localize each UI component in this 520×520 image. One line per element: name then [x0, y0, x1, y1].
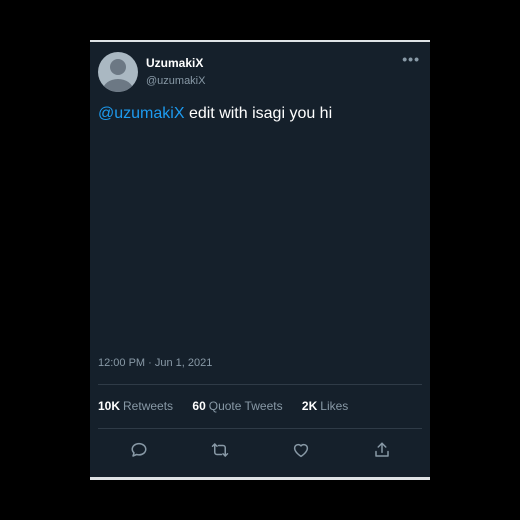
tweet-text: @uzumakiX edit with isagi you hi	[98, 105, 332, 123]
likes-count: 2K	[301, 399, 318, 413]
reply-icon[interactable]	[128, 439, 150, 461]
avatar-body-shape	[103, 79, 133, 92]
tweet-timestamp[interactable]: 12:00 PM · Jun 1, 2021	[98, 357, 212, 369]
retweet-icon[interactable]	[209, 439, 231, 461]
display-name[interactable]: UzumakiX	[146, 56, 203, 70]
likes-label: Likes	[320, 399, 349, 413]
share-icon[interactable]	[371, 439, 393, 461]
quote-tweets-stat[interactable]: 60 Quote Tweets	[192, 399, 282, 413]
divider	[98, 428, 422, 429]
quote-tweets-count: 60	[192, 399, 206, 413]
mention-link[interactable]: @uzumakiX	[98, 105, 185, 122]
user-handle[interactable]: @uzumakiX	[146, 75, 205, 87]
divider	[98, 384, 422, 385]
tweet-body-text: edit with isagi you hi	[184, 105, 333, 122]
like-icon[interactable]	[290, 439, 312, 461]
tweet-card: UzumakiX @uzumakiX ••• @uzumakiX edit wi…	[90, 40, 430, 480]
avatar[interactable]	[98, 52, 138, 92]
retweets-stat[interactable]: 10K Retweets	[98, 399, 173, 413]
tweet-actions-bar	[98, 436, 422, 464]
retweets-label: Retweets	[123, 399, 174, 413]
retweets-count: 10K	[98, 399, 121, 413]
engagement-stats: 10K Retweets 60 Quote Tweets 2K Likes	[98, 399, 364, 413]
likes-stat[interactable]: 2K Likes	[302, 399, 348, 413]
avatar-head-shape	[110, 59, 126, 75]
more-options-icon[interactable]: •••	[402, 52, 420, 66]
quote-tweets-label: Quote Tweets	[208, 399, 283, 413]
